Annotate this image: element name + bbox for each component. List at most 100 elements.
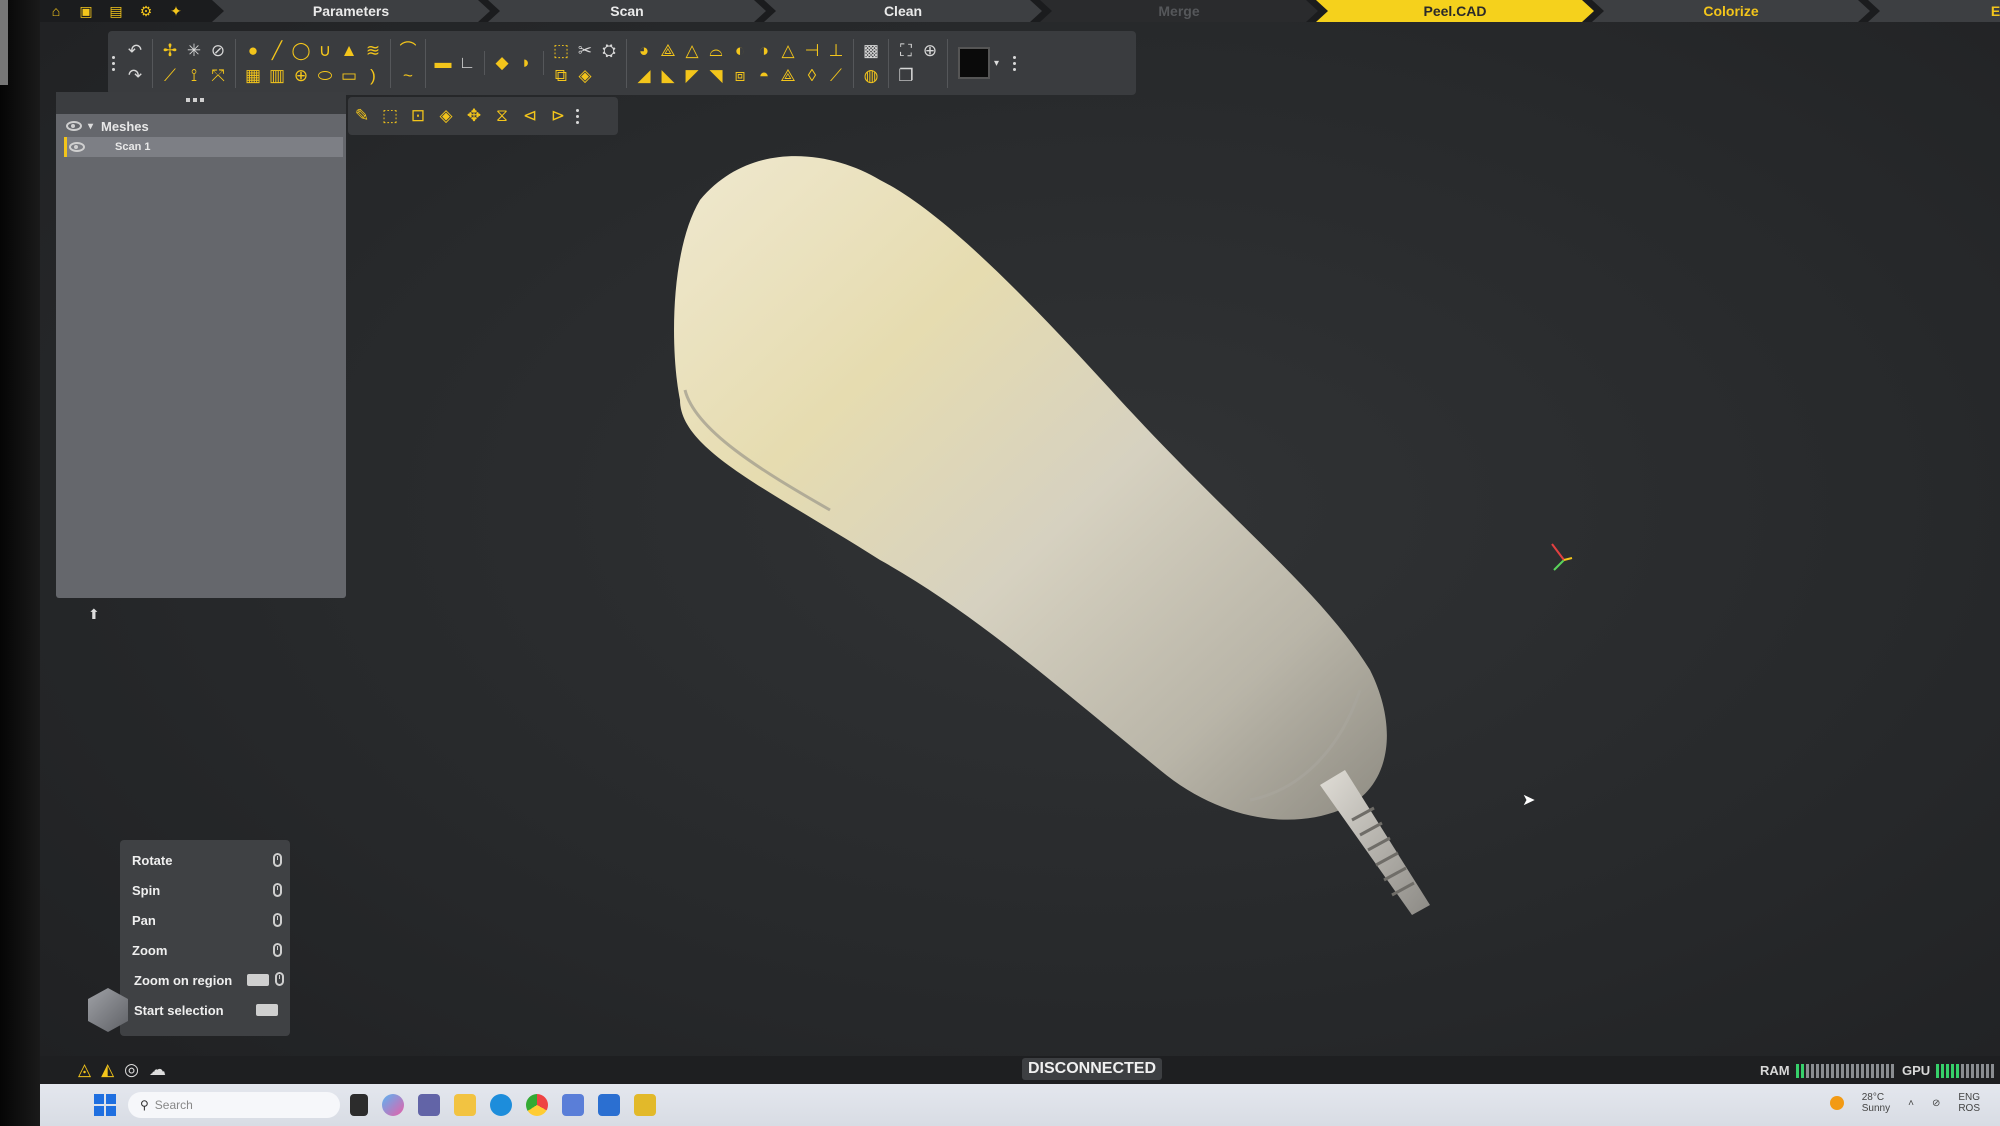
weather-icon[interactable] [1829, 1096, 1844, 1110]
eye-icon[interactable] [69, 142, 85, 152]
file-explorer-icon[interactable] [454, 1094, 476, 1116]
tree-group-meshes[interactable]: ▾ Meshes [64, 116, 340, 136]
grid-icon[interactable]: ▦ [242, 64, 264, 88]
point-icon[interactable]: ● [242, 39, 264, 63]
tree-item-scan-1[interactable]: Scan 1 [64, 137, 343, 157]
task-view-icon[interactable] [350, 1094, 368, 1116]
rectangle-icon[interactable]: ▭ [338, 64, 360, 88]
cloud-icon[interactable]: ☁ [149, 1060, 166, 1080]
chrome-icon[interactable] [526, 1094, 548, 1116]
peel-app-icon[interactable] [634, 1094, 656, 1116]
paint-icon[interactable]: ◍ [860, 64, 882, 88]
texture-icon[interactable]: ▩ [860, 39, 882, 63]
step-clean[interactable]: Clean [764, 0, 1042, 22]
split-icon[interactable]: ⊣ [801, 39, 823, 63]
view-cube-icon[interactable]: ⛶ [895, 39, 917, 63]
outlook-icon[interactable] [598, 1094, 620, 1116]
align-icon[interactable]: ✢ [159, 39, 181, 63]
step-merge[interactable]: Merge [1040, 0, 1318, 22]
box-deselect-icon[interactable]: ⊡ [404, 104, 432, 128]
chevron-up-icon[interactable]: ˄ [1908, 1098, 1914, 1109]
settings-icon[interactable]: ⚙ [136, 3, 156, 19]
table-icon[interactable]: ▥ [266, 64, 288, 88]
open-icon[interactable]: ▤ [106, 3, 126, 19]
triangle-icon[interactable]: ▲ [338, 39, 360, 63]
bend-icon[interactable]: ⌓ [705, 39, 727, 63]
defeature-icon[interactable]: ⟁ [777, 64, 799, 88]
mirror-icon[interactable]: ⧖ [488, 104, 516, 128]
step-parameters[interactable]: Parameters [212, 0, 490, 22]
extrude-icon[interactable]: ◤ [681, 64, 703, 88]
duplicate-icon[interactable]: ❐ [895, 64, 917, 88]
arc-tool-icon[interactable]: ⌒ [397, 39, 419, 63]
mesh-tool-icon[interactable]: ⛭ [598, 39, 620, 63]
weather-widget[interactable]: 28°C Sunny [1862, 1092, 1890, 1114]
selection-toolbar-menu[interactable] [572, 108, 582, 124]
shell-icon[interactable]: ◐ [729, 39, 751, 63]
remesh-icon[interactable]: △ [681, 39, 703, 63]
transform-icon[interactable]: ⤧ [207, 64, 229, 88]
panel-header[interactable] [56, 92, 346, 114]
pyramid-icon[interactable]: △ [777, 39, 799, 63]
color-swatch[interactable] [958, 47, 990, 79]
measure-icon[interactable]: ⟟ [183, 64, 205, 88]
eye-icon[interactable] [66, 121, 82, 131]
calculator-icon[interactable] [562, 1094, 584, 1116]
thicken-icon[interactable]: ◥ [705, 64, 727, 88]
solid-icon[interactable]: ◑ [753, 39, 775, 63]
redo-icon[interactable]: ↷ [124, 64, 146, 88]
curve-icon[interactable]: ∪ [314, 39, 336, 63]
scanner-icon[interactable]: ◬ [78, 1060, 91, 1080]
network-icon[interactable]: ⊘ [1932, 1098, 1940, 1109]
arc-icon[interactable]: ) [362, 64, 384, 88]
patch-icon[interactable]: ◆ [491, 51, 513, 75]
language-indicator[interactable]: ENG ROS [1958, 1092, 1980, 1114]
sphere-icon[interactable]: ⊕ [290, 64, 312, 88]
spline-icon[interactable]: ~ [397, 64, 419, 88]
chevron-down-icon[interactable]: ▾ [994, 58, 999, 69]
start-button[interactable] [94, 1094, 116, 1116]
toolbar-menu[interactable] [1009, 55, 1019, 71]
surface-icon[interactable]: ◗ [515, 51, 537, 75]
warp-icon[interactable]: ◢ [633, 64, 655, 88]
circle-icon[interactable]: ◯ [290, 39, 312, 63]
undo-icon[interactable]: ↶ [124, 39, 146, 63]
ellipse-icon[interactable]: ⬭ [314, 64, 336, 88]
save-icon[interactable]: ▣ [76, 3, 96, 19]
copy-icon[interactable]: ⧉ [550, 64, 572, 88]
plane-icon[interactable]: ⊥ [825, 39, 847, 63]
fill-icon[interactable]: ◈ [574, 64, 596, 88]
edge-icon[interactable] [490, 1094, 512, 1116]
toolbar-grip[interactable] [108, 55, 118, 71]
cut-icon[interactable]: ✂ [574, 39, 596, 63]
decimate-icon[interactable]: ⟁ [657, 39, 679, 63]
chevron-down-icon[interactable]: ▾ [88, 121, 93, 132]
teams-icon[interactable] [418, 1094, 440, 1116]
turntable-icon[interactable]: ◎ [124, 1060, 139, 1080]
plugin-icon[interactable]: ✦ [166, 3, 186, 19]
paint-select-icon[interactable]: ✎ [348, 104, 376, 128]
box-select-icon[interactable]: ⬚ [376, 104, 404, 128]
layer-select-icon[interactable]: ◈ [432, 104, 460, 128]
taskbar-search[interactable]: ⚲ Search [128, 1092, 340, 1118]
flip-left-icon[interactable]: ⊲ [516, 104, 544, 128]
drop-icon[interactable]: ◊ [801, 64, 823, 88]
copilot-icon[interactable] [382, 1094, 404, 1116]
flip-right-icon[interactable]: ⊳ [544, 104, 572, 128]
layers-icon[interactable]: ≋ [362, 39, 384, 63]
ruler-icon[interactable]: ▬ [432, 51, 454, 75]
step-colorize[interactable]: Colorize [1592, 0, 1870, 22]
home-icon[interactable]: ⌂ [46, 3, 66, 19]
offset-icon[interactable]: ◣ [657, 64, 679, 88]
select-icon[interactable]: ⬚ [550, 39, 572, 63]
snap-icon[interactable]: ✳ [183, 39, 205, 63]
step-peel-cad[interactable]: Peel.CAD [1316, 0, 1594, 22]
step-scan[interactable]: Scan [488, 0, 766, 22]
register-icon[interactable]: ⊘ [207, 39, 229, 63]
angle-icon[interactable]: ∟ [456, 51, 478, 75]
3d-scan-mesh[interactable] [600, 130, 1500, 930]
move-icon[interactable]: ✥ [460, 104, 488, 128]
line-icon[interactable]: ╱ [266, 39, 288, 63]
globe-icon[interactable]: ⊕ [919, 39, 941, 63]
wand-icon[interactable]: ⟋ [159, 64, 181, 88]
